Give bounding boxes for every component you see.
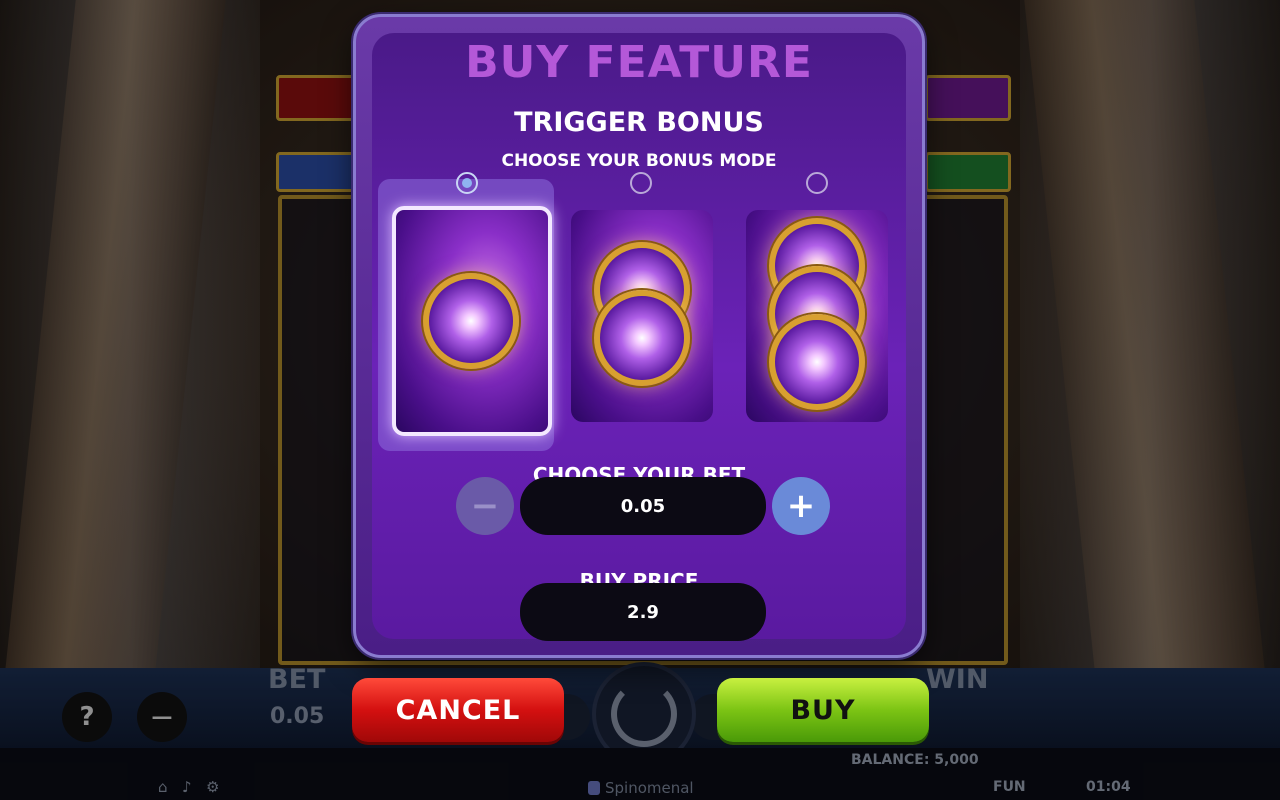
- modal-subtitle: TRIGGER BONUS: [514, 107, 764, 138]
- cancel-button[interactable]: CANCEL: [352, 678, 564, 742]
- buy-feature-modal: BUY FEATURE TRIGGER BONUS CHOOSE YOUR BO…: [353, 14, 925, 658]
- buy-price-value: 2.9: [627, 601, 659, 623]
- bonus-mode-2-art[interactable]: [571, 210, 713, 422]
- cancel-label: CANCEL: [395, 694, 521, 726]
- bonus-mode-1-art[interactable]: [392, 206, 552, 436]
- choose-mode-label: CHOOSE YOUR BONUS MODE: [501, 151, 777, 171]
- buy-button[interactable]: BUY: [717, 678, 929, 742]
- buy-label: BUY: [790, 694, 856, 726]
- minus-icon: −: [470, 486, 500, 526]
- orb-icon: [423, 273, 519, 369]
- bet-minus-button[interactable]: −: [456, 477, 514, 535]
- modal-title: BUY FEATURE: [465, 37, 813, 88]
- bonus-mode-2-radio[interactable]: [630, 172, 652, 194]
- buy-price-field: 2.9: [520, 583, 766, 641]
- orb-icon: [769, 314, 865, 410]
- bonus-mode-3-radio[interactable]: [806, 172, 828, 194]
- bonus-mode-3-art[interactable]: [746, 210, 888, 422]
- bonus-mode-1-radio[interactable]: [456, 172, 478, 194]
- bet-plus-button[interactable]: +: [772, 477, 830, 535]
- plus-icon: +: [786, 486, 816, 526]
- orb-icon: [594, 290, 690, 386]
- bet-value: 0.05: [620, 495, 666, 517]
- bet-value-field: 0.05: [520, 477, 766, 535]
